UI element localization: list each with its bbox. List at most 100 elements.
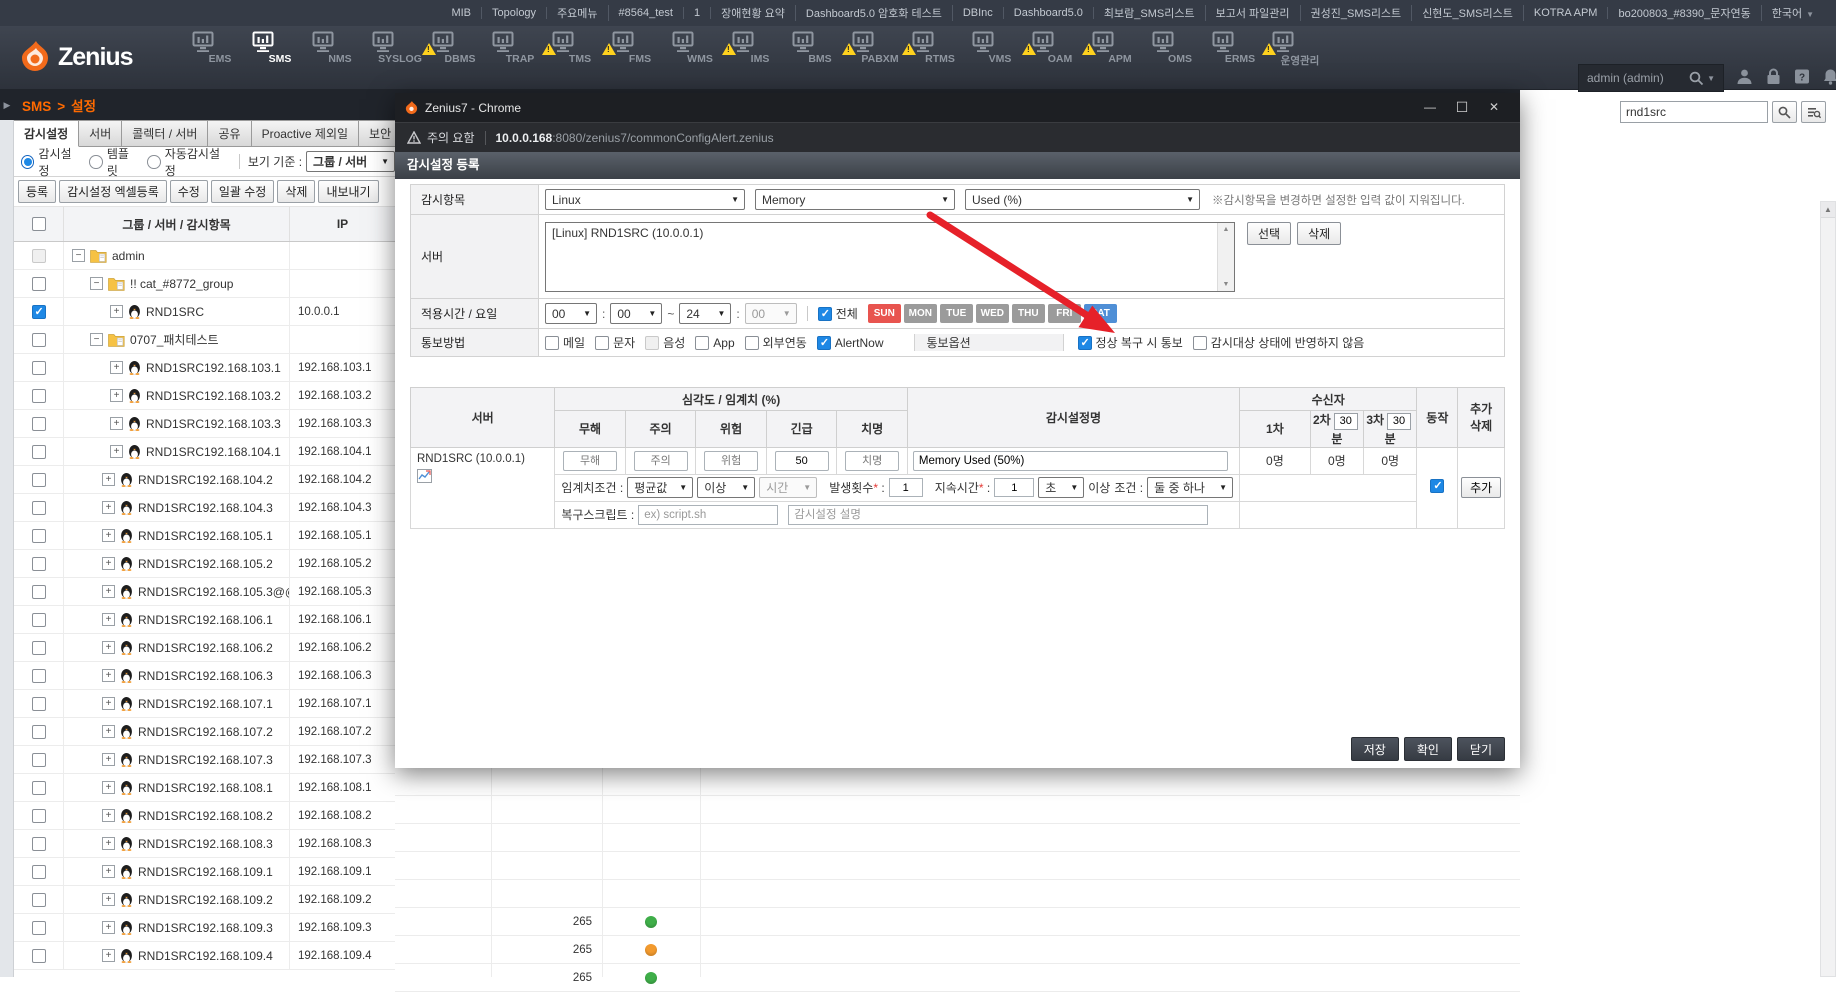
nav-module-item[interactable]: OAM [1030,31,1090,68]
toolbar-button[interactable]: 수정 [170,180,208,203]
nav-module-item[interactable]: OMS [1150,31,1210,68]
day-chip[interactable]: WED [976,304,1009,323]
tree-toggle-icon[interactable]: + [102,613,115,626]
tab-item[interactable]: 콜렉터 / 서버 [122,120,208,147]
row-checkbox[interactable] [32,557,46,571]
notify-option-label[interactable]: 감시대상 상태에 반영하지 않음 [1211,334,1365,351]
all-days-checkbox[interactable] [818,307,832,321]
nav-module-item[interactable]: ERMS [1210,31,1270,68]
tree-label[interactable]: RND1SRC192.168.105.1 [138,529,273,543]
tree-toggle-icon[interactable]: + [102,529,115,542]
tree-toggle-icon[interactable]: + [110,417,123,430]
top-menu-item[interactable]: 주요메뉴 [547,5,608,21]
tree-label[interactable]: RND1SRC192.168.103.3 [146,417,281,431]
top-menu-item[interactable]: 최보람_SMS리스트 [1094,5,1206,21]
scrollbar[interactable]: ▲▼ [1217,223,1234,291]
harmless-input[interactable] [563,451,617,471]
row-checkbox[interactable] [32,361,46,375]
popup-title-bar[interactable]: Zenius7 - Chrome — ☐ ✕ [395,93,1520,122]
top-menu-item[interactable]: 장애현황 요약 [711,5,796,21]
row-checkbox[interactable] [32,753,46,767]
tab-item[interactable]: 공유 [208,120,251,147]
all-days-label[interactable]: 전체 [836,305,858,322]
tab-item[interactable]: 감시설정 [14,120,79,147]
os-select[interactable]: Linux▼ [545,189,745,210]
top-menu-item[interactable]: Dashboard5.0 [1004,7,1094,19]
tree-label[interactable]: RND1SRC192.168.105.3@@ [138,585,290,599]
tree-toggle-icon[interactable]: + [102,557,115,570]
bell-icon[interactable] [1823,68,1836,85]
row-checkbox[interactable] [32,305,46,319]
tree-label[interactable]: RND1SRC192.168.103.1 [146,361,281,375]
duration-unit-select[interactable]: 초▼ [1038,477,1084,498]
tree-toggle-icon[interactable]: + [102,641,115,654]
panel-collapse-icon[interactable]: ▶ [0,100,14,111]
search-input[interactable] [1620,101,1768,123]
caution-input[interactable] [634,451,688,471]
tree-label[interactable]: RND1SRC192.168.106.1 [138,613,273,627]
top-menu-item[interactable]: MIB [441,7,482,19]
tree-toggle-icon[interactable]: + [102,585,115,598]
nav-module-item[interactable]: TRAP [490,31,550,68]
row-checkbox[interactable] [32,613,46,627]
tree-label[interactable]: RND1SRC192.168.109.3 [138,921,273,935]
user-search-box[interactable]: admin (admin) ▼ [1578,64,1724,92]
end-hour-select[interactable]: 24▼ [679,303,731,324]
minimize-button[interactable]: — [1414,93,1446,122]
action-checkbox[interactable] [1430,479,1444,493]
top-menu-item[interactable]: 권성진_SMS리스트 [1301,5,1413,21]
start-hour-select[interactable]: 00▼ [545,303,597,324]
tree-label[interactable]: RND1SRC192.168.109.4 [138,949,273,963]
notify-option-checkbox[interactable] [1193,336,1207,350]
close-button[interactable]: ✕ [1478,93,1510,122]
save-button[interactable]: 저장 [1351,737,1399,761]
top-menu-item[interactable]: 1 [684,7,711,19]
chart-popup-icon[interactable] [417,469,548,483]
tree-label[interactable]: RND1SRC192.168.109.1 [138,865,273,879]
view-mode-radio[interactable]: 템플릿 [89,145,138,179]
row-checkbox[interactable] [32,837,46,851]
tree-toggle-icon[interactable]: − [90,277,103,290]
toolbar-button[interactable]: 감시설정 엑셀등록 [59,180,167,203]
notify-label[interactable]: App [713,336,734,350]
toolbar-button[interactable]: 내보내기 [318,180,378,203]
lock-icon[interactable] [1766,68,1781,85]
recovery-script-input[interactable] [638,505,778,525]
row-checkbox[interactable] [32,277,46,291]
scroll-down-icon[interactable]: ▼ [1223,281,1230,288]
scroll-up-icon[interactable]: ▲ [1223,226,1230,233]
day-chip[interactable]: TUE [940,304,973,323]
radio-icon[interactable] [21,155,34,169]
row-checkbox[interactable] [32,529,46,543]
tree-label[interactable]: RND1SRC [146,305,204,319]
duration-input[interactable] [994,478,1034,497]
day-chip[interactable]: SAT [1084,304,1117,323]
nav-module-item[interactable]: 운영관리 [1270,31,1330,68]
tree-label[interactable]: 0707_패치테스트 [130,331,219,348]
tree-label[interactable]: RND1SRC192.168.103.2 [146,389,281,403]
tree-label[interactable]: RND1SRC192.168.108.1 [138,781,273,795]
tree-toggle-icon[interactable]: + [102,669,115,682]
help-icon[interactable]: ? [1794,68,1810,85]
row-checkbox[interactable] [32,781,46,795]
radio-icon[interactable] [89,155,102,169]
day-chip[interactable]: FRI [1048,304,1081,323]
day-chip[interactable]: THU [1012,304,1045,323]
tree-label[interactable]: !! cat_#8772_group [130,277,233,291]
row-checkbox[interactable] [32,949,46,963]
tree-toggle-icon[interactable]: + [102,753,115,766]
popup-url-bar[interactable]: 주의 요함 10.0.0.168 :8080/zenius7/commonCon… [395,122,1520,152]
metric-select[interactable]: Used (%)▼ [965,189,1200,210]
setting-name-input[interactable] [913,451,1228,471]
nav-module-item[interactable]: IMS [730,31,790,68]
nav-module-item[interactable]: SMS [250,31,310,68]
notify-checkbox[interactable] [545,336,559,350]
notify-label[interactable]: AlertNow [835,336,884,350]
zenius-logo[interactable]: Zenius [20,41,133,73]
notify-label[interactable]: 문자 [613,334,635,351]
tree-toggle-icon[interactable]: + [102,473,115,486]
occur-count-input[interactable] [889,478,923,497]
nav-module-item[interactable]: EMS [190,31,250,68]
tree-label[interactable]: RND1SRC192.168.107.2 [138,725,273,739]
row-checkbox[interactable] [32,921,46,935]
